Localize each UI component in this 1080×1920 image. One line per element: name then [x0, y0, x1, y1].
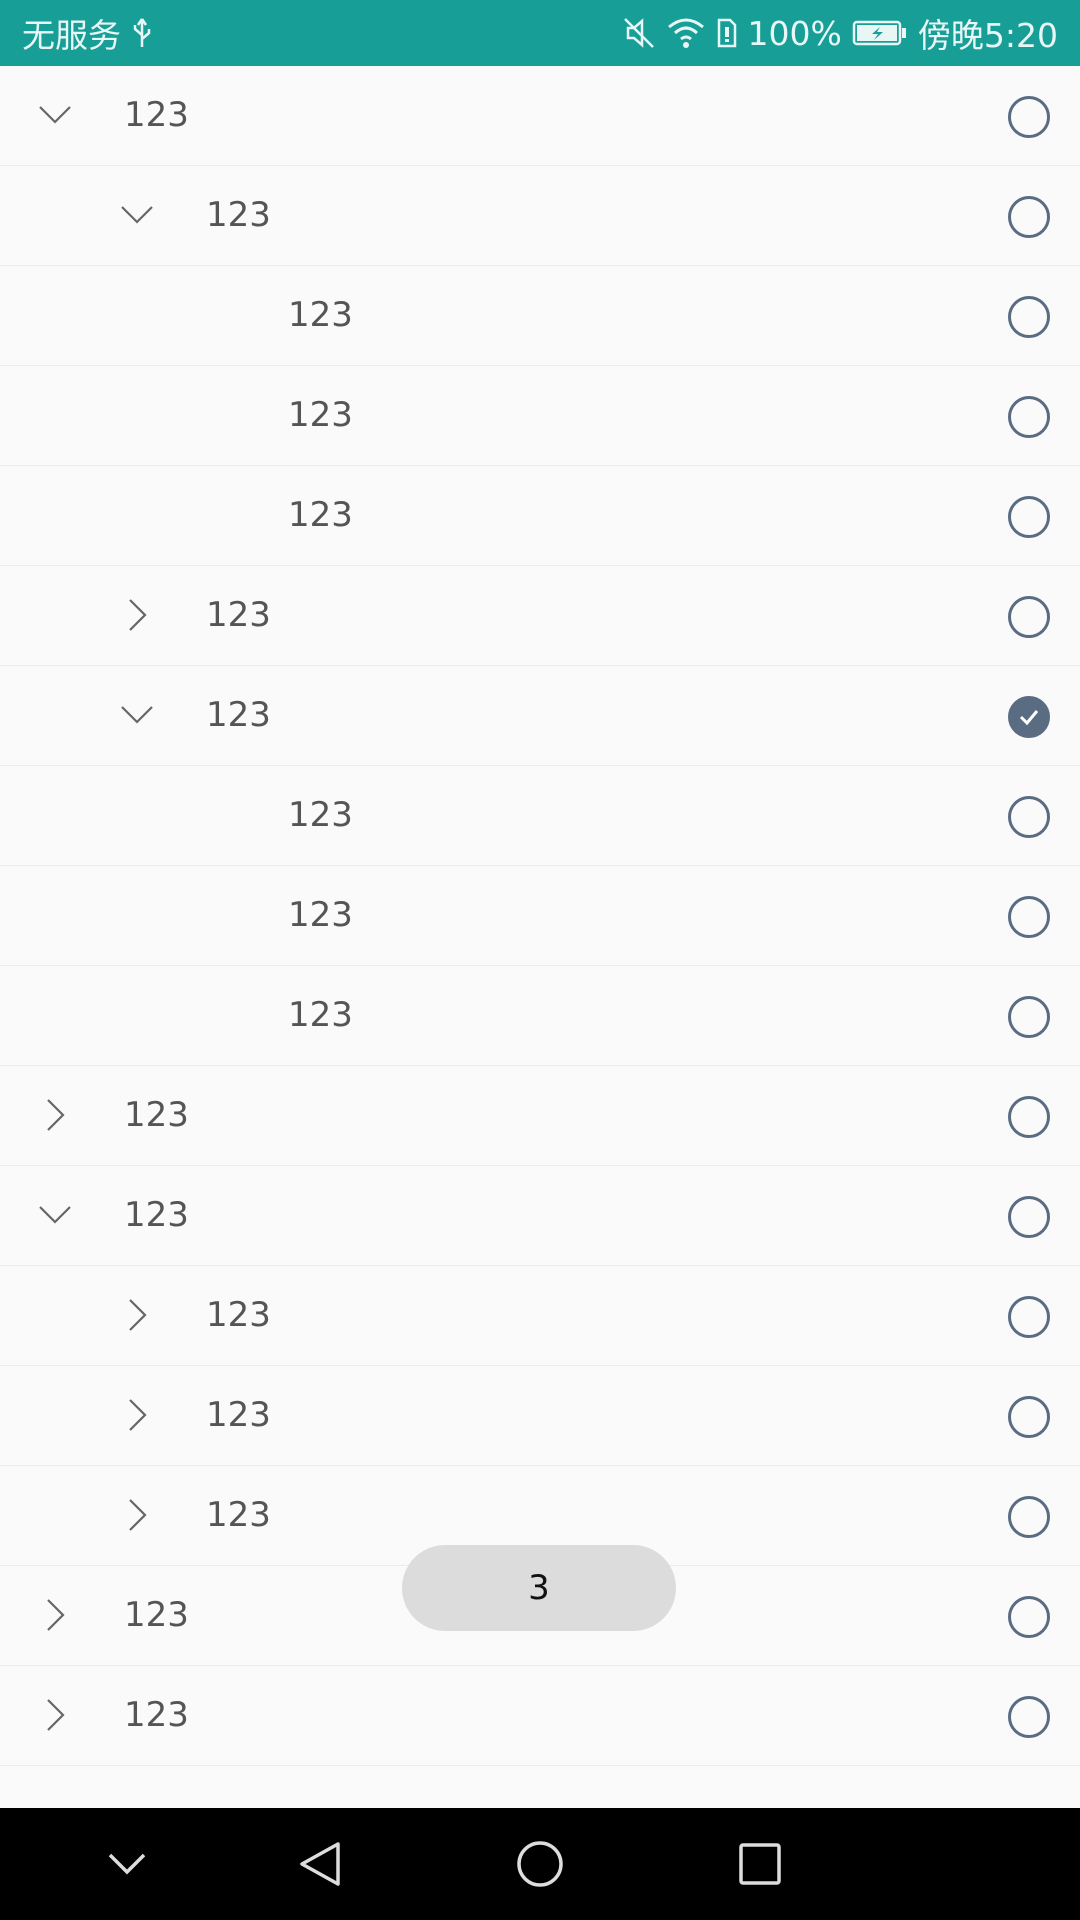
- tree-row-label: 123: [288, 895, 353, 935]
- radio-button[interactable]: [1008, 196, 1050, 238]
- radio-button[interactable]: [1008, 96, 1050, 138]
- radio-button[interactable]: [1008, 1696, 1050, 1738]
- tree-row-label: 123: [206, 195, 271, 235]
- tree-row-label: 123: [206, 1495, 271, 1535]
- toast-text: 3: [528, 1568, 550, 1608]
- chevron-right-icon[interactable]: [117, 1295, 157, 1335]
- radio-button[interactable]: [1008, 1096, 1050, 1138]
- chevron-right-icon[interactable]: [117, 1495, 157, 1535]
- radio-button[interactable]: [1008, 1196, 1050, 1238]
- radio-button[interactable]: [1008, 296, 1050, 338]
- radio-button[interactable]: [1008, 796, 1050, 838]
- battery-charging-icon: [852, 19, 908, 47]
- radio-button[interactable]: [1008, 896, 1050, 938]
- status-bar: 无服务 100% 傍晚5:20: [0, 0, 1080, 66]
- chevron-down-icon[interactable]: [97, 1834, 157, 1894]
- carrier-text: 无服务: [22, 16, 121, 55]
- radio-button[interactable]: [1008, 496, 1050, 538]
- radio-button[interactable]: [1008, 996, 1050, 1038]
- chevron-down-icon[interactable]: [117, 695, 157, 735]
- tree-list: 123 123 123 123 123 123 123 123 123 123 123 123 123 1…: [0, 66, 1080, 1766]
- tree-row[interactable]: 123: [0, 166, 1080, 266]
- tree-row-label: 123: [288, 495, 353, 535]
- radio-button[interactable]: [1008, 1596, 1050, 1638]
- tree-row[interactable]: 123: [0, 466, 1080, 566]
- tree-row[interactable]: 123: [0, 1066, 1080, 1166]
- clock: 傍晚5:20: [917, 16, 1058, 55]
- sim-icon: [716, 17, 738, 49]
- chevron-down-icon[interactable]: [35, 1195, 75, 1235]
- radio-button[interactable]: [1008, 596, 1050, 638]
- tree-row[interactable]: 123: [0, 666, 1080, 766]
- home-circle-icon[interactable]: [510, 1834, 570, 1894]
- radio-checked[interactable]: [1008, 696, 1050, 738]
- tree-row[interactable]: 123: [0, 366, 1080, 466]
- toast-message: 3: [402, 1545, 676, 1631]
- back-triangle-icon[interactable]: [290, 1834, 350, 1894]
- tree-row-label: 123: [288, 395, 353, 435]
- tree-row[interactable]: 123: [0, 866, 1080, 966]
- tree-row-label: 123: [288, 995, 353, 1035]
- tree-row-label: 123: [288, 295, 353, 335]
- chevron-right-icon[interactable]: [117, 1395, 157, 1435]
- usb-icon: [131, 17, 153, 49]
- battery-percent: 100%: [747, 13, 842, 53]
- tree-row-label: 123: [288, 795, 353, 835]
- tree-row[interactable]: 123: [0, 266, 1080, 366]
- radio-button[interactable]: [1008, 1496, 1050, 1538]
- checkmark-icon: [1019, 710, 1039, 726]
- tree-row[interactable]: 123: [0, 966, 1080, 1066]
- chevron-down-icon[interactable]: [117, 195, 157, 235]
- chevron-right-icon[interactable]: [35, 1595, 75, 1635]
- navigation-bar: [0, 1808, 1080, 1920]
- radio-button[interactable]: [1008, 396, 1050, 438]
- tree-row-label: 123: [124, 1095, 189, 1135]
- tree-row[interactable]: 123: [0, 1366, 1080, 1466]
- tree-row[interactable]: 123: [0, 566, 1080, 666]
- tree-row-label: 123: [206, 1295, 271, 1335]
- recents-square-icon[interactable]: [730, 1834, 790, 1894]
- mute-icon: [622, 16, 656, 50]
- tree-row-label: 123: [124, 1195, 189, 1235]
- chevron-right-icon[interactable]: [117, 595, 157, 635]
- tree-row[interactable]: 123: [0, 1666, 1080, 1766]
- tree-row-label: 123: [206, 1395, 271, 1435]
- tree-row-label: 123: [206, 595, 271, 635]
- tree-row-label: 123: [206, 695, 271, 735]
- tree-row[interactable]: 123: [0, 1266, 1080, 1366]
- radio-button[interactable]: [1008, 1296, 1050, 1338]
- tree-row-label: 123: [124, 1695, 189, 1735]
- tree-row-label: 123: [124, 95, 189, 135]
- radio-button[interactable]: [1008, 1396, 1050, 1438]
- tree-row[interactable]: 123: [0, 1166, 1080, 1266]
- chevron-right-icon[interactable]: [35, 1695, 75, 1735]
- tree-row-label: 123: [124, 1595, 189, 1635]
- chevron-down-icon[interactable]: [35, 95, 75, 135]
- tree-row[interactable]: 123: [0, 766, 1080, 866]
- chevron-right-icon[interactable]: [35, 1095, 75, 1135]
- tree-row[interactable]: 123: [0, 66, 1080, 166]
- wifi-icon: [666, 17, 706, 49]
